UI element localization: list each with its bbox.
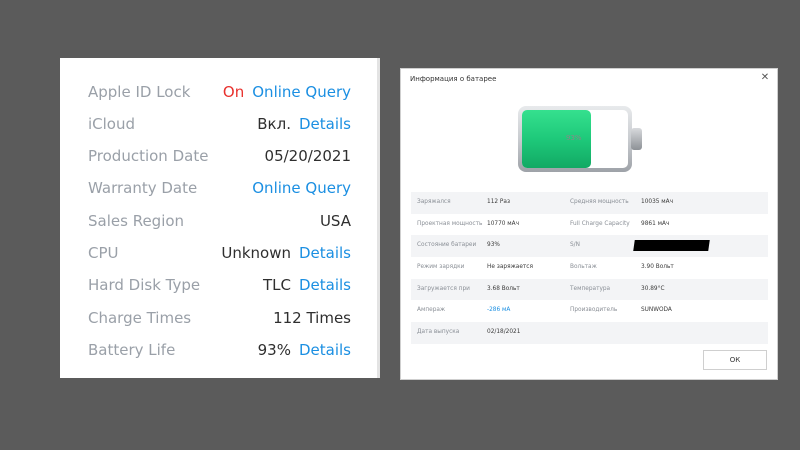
value-cell: 10035 мАч: [641, 199, 674, 205]
value-cell: 02/18/2021: [487, 329, 521, 336]
warranty-online-query-link[interactable]: Online Query: [252, 179, 351, 197]
sales-region-value: USA: [319, 212, 351, 230]
production-date-label: Production Date: [88, 147, 209, 165]
label-cell: Дата выпуска: [417, 329, 460, 336]
label-cell: Проектная мощность: [417, 220, 483, 227]
cpu-label: CPU: [88, 244, 119, 262]
label-cell: Full Charge Capacity: [570, 220, 630, 227]
warranty-date-values: Online Query: [252, 179, 351, 197]
label-cell: Состояние батареи: [417, 242, 477, 249]
apple-id-online-query-link[interactable]: Online Query: [252, 83, 351, 101]
value-cell: -286 мА: [487, 307, 511, 314]
label-cell: Средняя мощность: [570, 199, 629, 205]
icloud-details-link[interactable]: Details: [299, 115, 351, 133]
label-cell: S/N: [570, 242, 580, 249]
value-cell: Не заряжается: [487, 264, 533, 271]
battery-life-values: 93% Details: [258, 341, 351, 359]
dialog-title: Информация о батарее: [410, 75, 497, 83]
sales-region-label: Sales Region: [88, 212, 185, 230]
icloud-label: iCloud: [88, 115, 136, 133]
value-cell: 3.90 Вольт: [641, 264, 674, 271]
value-cell: 30.89°C: [641, 285, 665, 292]
apple-id-lock-row: Apple ID Lock On Online Query: [88, 79, 351, 105]
charge-times-row: Charge Times 112 Times: [88, 305, 351, 331]
label-cell: Заряжался: [417, 199, 451, 205]
battery-life-label: Battery Life: [88, 341, 176, 359]
table-row: Проектная мощность 10770 мАч Full Charge…: [411, 214, 768, 236]
hard-disk-type-values: TLC Details: [263, 276, 351, 294]
hard-disk-type-row: Hard Disk Type TLC Details: [88, 272, 351, 298]
warranty-date-label: Warranty Date: [88, 179, 198, 197]
label-cell: Производитель: [570, 307, 618, 314]
battery-life-row: Battery Life 93% Details: [88, 337, 351, 363]
table-row: Ампераж -286 мА Производитель SUNWODA: [411, 300, 768, 322]
warranty-date-row: Warranty Date Online Query: [88, 175, 351, 201]
sales-region-row: Sales Region USA: [88, 208, 351, 234]
ok-button[interactable]: ОК: [703, 350, 767, 370]
value-cell: SUNWODA: [641, 307, 672, 314]
device-info-panel: Apple ID Lock On Online Query iCloud Вкл…: [60, 58, 380, 378]
label-cell: Вольтаж: [570, 264, 597, 271]
charge-times-label: Charge Times: [88, 309, 192, 327]
value-cell: 3.68 Вольт: [487, 285, 520, 292]
production-date-row: Production Date 05/20/2021: [88, 143, 351, 169]
battery-info-dialog: Информация о батарее ✕ 93% Заряжался 112…: [400, 68, 778, 380]
close-icon[interactable]: ✕: [759, 72, 771, 84]
apple-id-lock-values: On Online Query: [223, 83, 351, 101]
battery-details-link[interactable]: Details: [299, 341, 351, 359]
apple-id-lock-status: On: [222, 83, 245, 101]
charge-times-value: 112 Times: [273, 309, 351, 327]
cpu-values: Unknown Details: [221, 244, 351, 262]
cpu-value: Unknown: [221, 244, 291, 262]
apple-id-lock-label: Apple ID Lock: [88, 83, 191, 101]
cpu-details-link[interactable]: Details: [299, 244, 351, 262]
charge-times-values: 112 Times: [273, 309, 351, 327]
hard-disk-type-label: Hard Disk Type: [88, 276, 201, 294]
battery-life-value: 93%: [257, 341, 291, 359]
label-cell: Загружается при: [417, 285, 470, 292]
table-row: Заряжался 112 Раз Средняя мощность 10035…: [411, 192, 768, 214]
icloud-values: Вкл. Details: [257, 115, 351, 133]
table-row: Режим зарядки Не заряжается Вольтаж 3.90…: [411, 257, 768, 279]
hard-disk-details-link[interactable]: Details: [299, 276, 351, 294]
value-cell: 10770 мАч: [487, 220, 520, 227]
value-cell: 93%: [487, 242, 500, 249]
battery-details-table: Заряжался 112 Раз Средняя мощность 10035…: [411, 192, 768, 344]
table-row: Состояние батареи 93% S/N: [411, 235, 768, 258]
hard-disk-type-value: TLC: [262, 276, 291, 294]
table-row: Дата выпуска 02/18/2021: [411, 322, 768, 344]
redacted-serial-number: [633, 240, 710, 252]
production-date-values: 05/20/2021: [265, 147, 351, 165]
production-date-value: 05/20/2021: [264, 147, 351, 165]
label-cell: Режим зарядки: [417, 264, 465, 271]
sales-region-values: USA: [320, 212, 351, 230]
icloud-row: iCloud Вкл. Details: [88, 111, 351, 137]
label-cell: Ампераж: [417, 307, 446, 314]
value-cell: 112 Раз: [487, 199, 511, 205]
table-row: Загружается при 3.68 Вольт Температура 3…: [411, 278, 768, 301]
cpu-row: CPU Unknown Details: [88, 240, 351, 266]
value-cell: 9861 мАч: [641, 220, 670, 227]
icloud-value: Вкл.: [257, 115, 291, 133]
battery-percent-label: 93%: [566, 134, 582, 142]
label-cell: Температура: [570, 285, 611, 292]
